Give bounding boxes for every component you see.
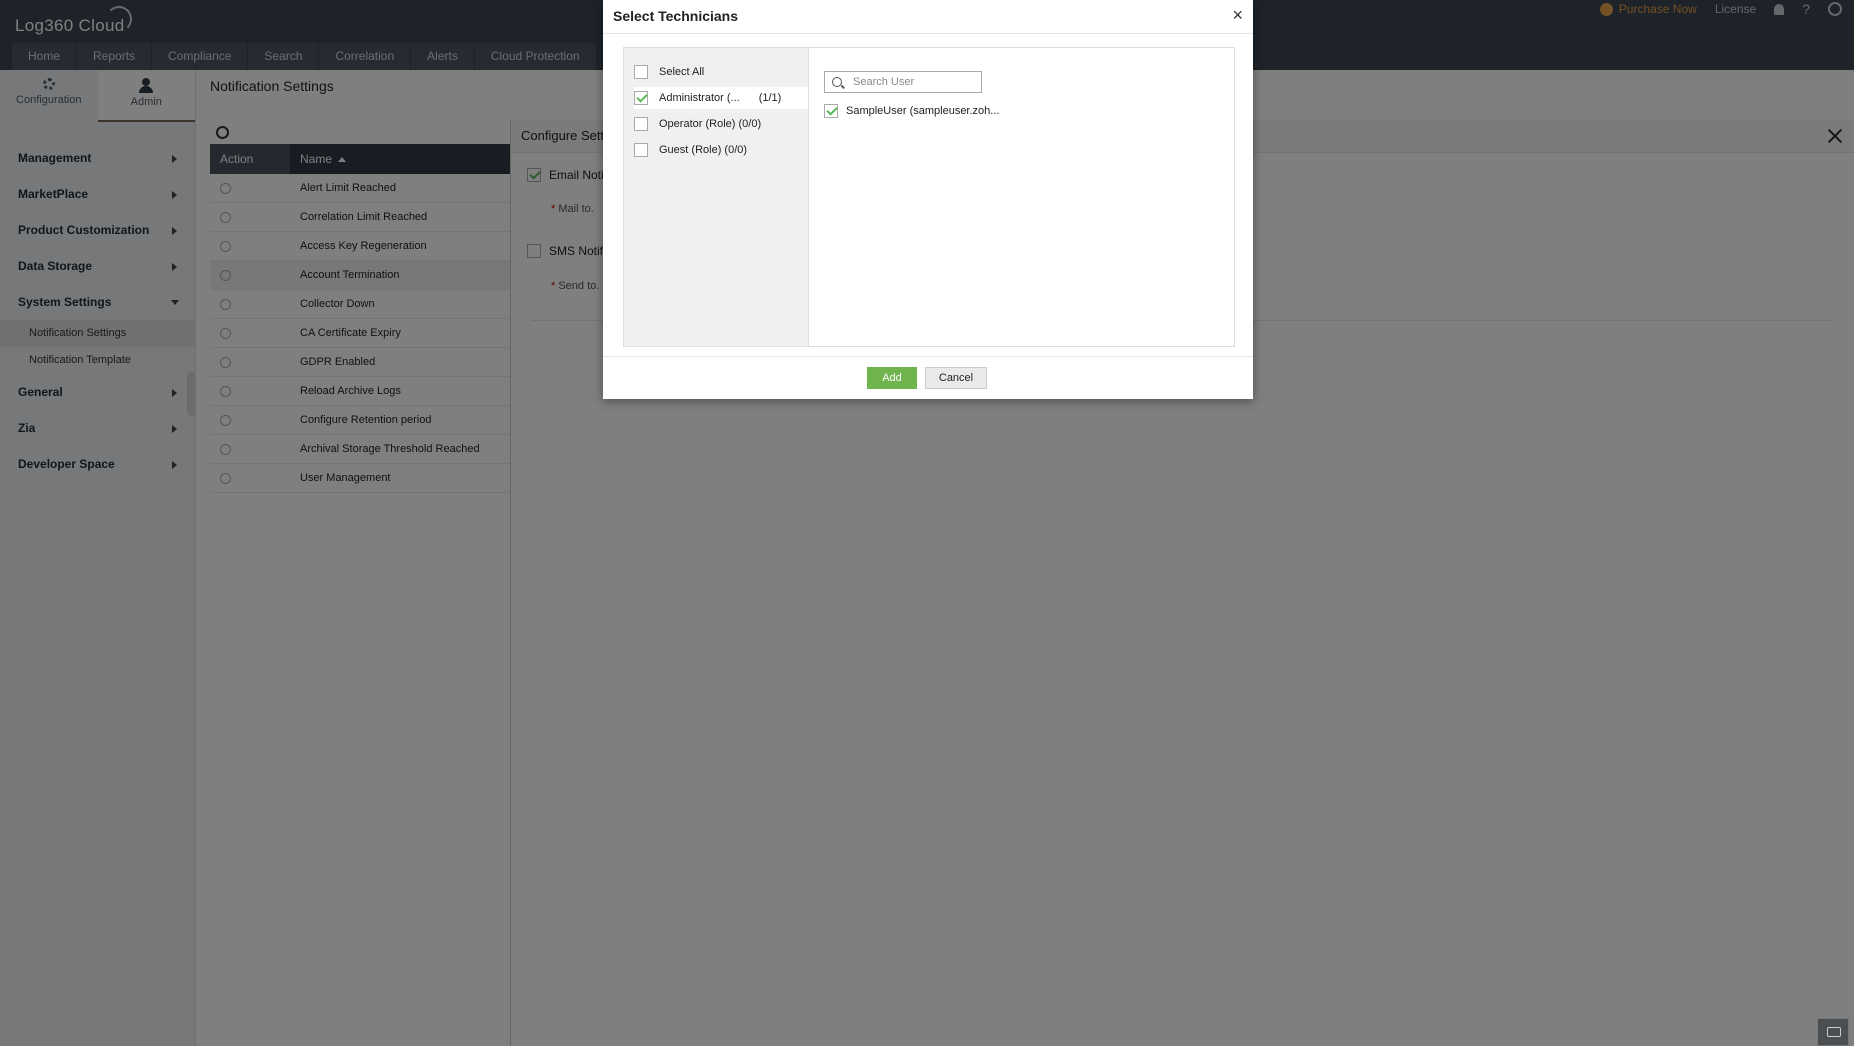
add-button[interactable]: Add [867, 367, 917, 389]
search-user-field[interactable] [824, 71, 982, 93]
divider [603, 33, 1253, 34]
close-icon[interactable]: × [1232, 6, 1243, 24]
chat-icon[interactable] [1817, 1018, 1849, 1046]
role-item-administrator[interactable]: Administrator (... (1/1) [634, 87, 808, 109]
role-item-operator[interactable]: Operator (Role) (0/0) [634, 113, 808, 135]
role-list: Select All Administrator (... (1/1) Oper… [624, 48, 809, 346]
administrator-checkbox[interactable] [634, 91, 648, 105]
role-label: Select All [659, 66, 705, 78]
user-item[interactable]: SampleUser (sampleuser.zoh... [824, 104, 999, 118]
user-checkbox[interactable] [824, 104, 838, 118]
user-label: SampleUser (sampleuser.zoh... [846, 105, 1000, 117]
select-all-checkbox[interactable] [634, 65, 648, 79]
role-item-guest[interactable]: Guest (Role) (0/0) [634, 139, 808, 161]
operator-checkbox[interactable] [634, 117, 648, 131]
divider [603, 356, 1253, 357]
dialog-title: Select Technicians [613, 8, 739, 24]
role-count: (0/0) [724, 144, 748, 156]
guest-checkbox[interactable] [634, 143, 648, 157]
role-label: Guest (Role) (0/0) [659, 144, 748, 156]
role-label: Administrator (... [659, 92, 740, 104]
technician-picker: Select All Administrator (... (1/1) Oper… [623, 47, 1235, 347]
role-count: (1/1) [758, 92, 782, 104]
role-count: (0/0) [738, 118, 762, 130]
search-user-input[interactable] [853, 74, 973, 90]
cancel-button[interactable]: Cancel [925, 367, 987, 389]
search-icon [832, 77, 842, 87]
role-label: Operator (Role) (0/0) [659, 118, 762, 130]
role-item-select-all[interactable]: Select All [634, 61, 808, 83]
select-technicians-dialog: Select Technicians × Select All Administ… [603, 0, 1253, 399]
